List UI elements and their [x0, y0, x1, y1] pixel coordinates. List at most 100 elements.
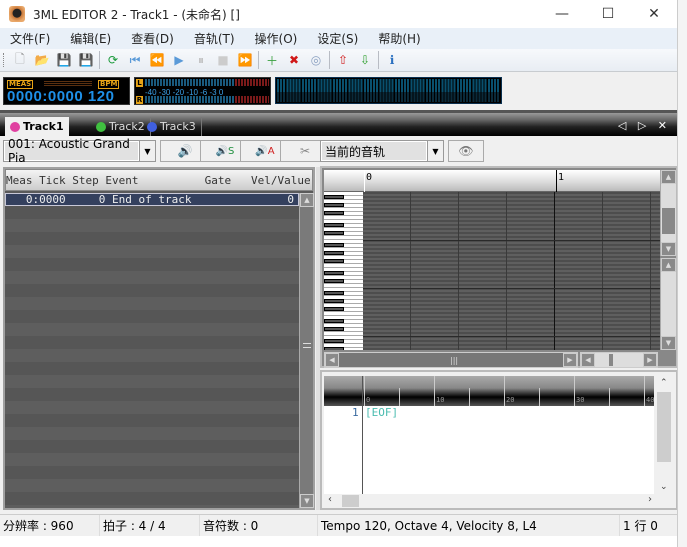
black-key[interactable]: [324, 231, 344, 235]
black-key[interactable]: [324, 211, 344, 215]
menu-edit[interactable]: 编辑(E): [60, 30, 121, 47]
scroll-down-icon[interactable]: ▼: [661, 242, 676, 256]
toolbar-grip[interactable]: [3, 53, 6, 67]
menu-settings[interactable]: 设定(S): [307, 30, 368, 47]
menu-track[interactable]: 音轨(T): [184, 30, 245, 47]
status-note-count: 音符数 : 0: [200, 515, 318, 536]
tab-track3[interactable]: Track3: [142, 117, 202, 136]
scroll-left-icon[interactable]: ◀: [581, 353, 595, 367]
maximize-button[interactable]: ☐: [585, 0, 631, 28]
scroll-thumb[interactable]: [657, 392, 671, 462]
scroll-thumb[interactable]: [342, 495, 359, 507]
black-key[interactable]: [324, 327, 344, 331]
delete-track-button[interactable]: ✖: [283, 50, 305, 70]
black-key[interactable]: [324, 307, 344, 311]
chevron-down-icon[interactable]: ▼: [139, 141, 155, 161]
scroll-thumb-grip[interactable]: [303, 343, 311, 348]
time-scrollbar[interactable]: ◀ ||| ▶: [324, 352, 578, 368]
measure-label: 1: [558, 172, 565, 183]
chevron-right-icon[interactable]: ›: [648, 494, 652, 505]
scroll-up-icon[interactable]: ▲: [661, 258, 676, 272]
mml-line[interactable]: [EOF]: [365, 406, 398, 419]
scroll-left-icon[interactable]: ◀: [325, 353, 339, 367]
skip-to-start-button[interactable]: ⏮: [124, 50, 146, 70]
black-key[interactable]: [324, 279, 344, 283]
mml-text-area[interactable]: 1 [EOF]: [324, 406, 654, 496]
chevron-up-icon[interactable]: ⌃: [660, 378, 668, 388]
import-mml-button[interactable]: ⇩: [354, 50, 376, 70]
background-window: [0, 536, 687, 547]
instrument-select[interactable]: 001: Acoustic Grand Pia ▼: [3, 137, 156, 165]
scroll-up-icon[interactable]: ▲: [300, 193, 314, 207]
export-mml-button[interactable]: ⇧: [332, 50, 354, 70]
pitch-scrollbar[interactable]: ▲ ▼: [660, 170, 676, 256]
mml-vscrollbar[interactable]: ⌃ ⌄: [656, 376, 672, 494]
piano-roll-ruler[interactable]: 01: [324, 170, 660, 192]
scroll-right-icon[interactable]: ▶: [563, 353, 577, 367]
table-row[interactable]: 0:0000 0 End of track 0: [5, 193, 299, 206]
black-key[interactable]: [324, 203, 344, 207]
play-button[interactable]: ▶: [168, 50, 190, 70]
save-as-button[interactable]: 💾: [75, 50, 97, 70]
pause-button[interactable]: ⏸: [190, 50, 212, 70]
scroll-up-icon[interactable]: ▲: [661, 170, 676, 184]
zoom-scrollbar[interactable]: ◀ ▶: [580, 352, 658, 368]
chevron-down-icon[interactable]: ⌄: [660, 482, 668, 492]
scroll-thumb-grip[interactable]: |||: [450, 356, 458, 365]
note-grid[interactable]: [363, 192, 660, 350]
black-key[interactable]: [324, 259, 344, 263]
zoom-thumb[interactable]: [609, 354, 613, 366]
menu-help[interactable]: 帮助(H): [368, 30, 430, 47]
new-file-button[interactable]: 🗋: [9, 50, 31, 70]
stop-button[interactable]: ■: [212, 50, 234, 70]
meas-decoration: [44, 81, 92, 87]
black-key[interactable]: [324, 243, 344, 247]
menu-file[interactable]: 文件(F): [0, 30, 60, 47]
mml-editor: 0 10 20 30 40 1 [EOF] ⌃ ⌄ ‹ ›: [320, 370, 678, 510]
black-key[interactable]: [324, 195, 344, 199]
black-key[interactable]: [324, 347, 344, 350]
black-key[interactable]: [324, 339, 344, 343]
rewind-button[interactable]: ⏪: [146, 50, 168, 70]
fast-forward-button[interactable]: ⏩: [234, 50, 256, 70]
info-button[interactable]: ℹ: [381, 50, 403, 70]
track-settings-button[interactable]: ◎: [305, 50, 327, 70]
chevron-left-icon[interactable]: ‹: [328, 494, 332, 505]
position-readout: 0000:0000: [7, 88, 84, 105]
event-list-scrollbar[interactable]: ▲ ▼: [299, 193, 314, 508]
line-gutter: [362, 406, 363, 496]
scroll-down-icon[interactable]: ▼: [661, 336, 676, 350]
menu-operation[interactable]: 操作(O): [245, 30, 308, 47]
save-button[interactable]: 💾: [53, 50, 75, 70]
black-key[interactable]: [324, 291, 344, 295]
tab-label: Track3: [160, 120, 196, 133]
scroll-right-icon[interactable]: ▶: [643, 353, 657, 367]
status-resolution: 分辨率 : 960: [0, 515, 100, 536]
mml-hscrollbar[interactable]: ‹ ›: [324, 494, 656, 508]
close-button[interactable]: ✕: [631, 0, 677, 28]
ruler-major-tick: [364, 376, 365, 406]
black-key[interactable]: [324, 251, 344, 255]
loop-button[interactable]: ⟳: [102, 50, 124, 70]
scroll-thumb[interactable]: [662, 208, 675, 234]
skip-to-start-icon: ⏮: [129, 52, 141, 67]
ruler-label: 30: [576, 396, 585, 404]
black-key[interactable]: [324, 319, 344, 323]
tab-controls[interactable]: ◁ ▷ ✕: [618, 119, 671, 132]
add-track-button[interactable]: ＋: [261, 50, 283, 70]
tab-track1[interactable]: Track1: [5, 117, 69, 136]
chevron-down-icon[interactable]: ▼: [427, 141, 443, 161]
view-toggle-button[interactable]: 👁: [448, 140, 484, 162]
beat-line: [410, 192, 411, 350]
menu-view[interactable]: 查看(D): [121, 30, 184, 47]
velocity-scrollbar[interactable]: ▲ ▼: [660, 258, 676, 350]
minimize-button[interactable]: —: [539, 0, 585, 28]
speaker-icon: 🔊: [177, 144, 193, 158]
piano-keys[interactable]: [324, 192, 363, 350]
open-folder-button[interactable]: 📂: [31, 50, 53, 70]
track-filter-select[interactable]: 当前的音轨 ▼: [320, 140, 444, 162]
black-key[interactable]: [324, 271, 344, 275]
scroll-down-icon[interactable]: ▼: [300, 494, 314, 508]
black-key[interactable]: [324, 299, 344, 303]
black-key[interactable]: [324, 223, 344, 227]
